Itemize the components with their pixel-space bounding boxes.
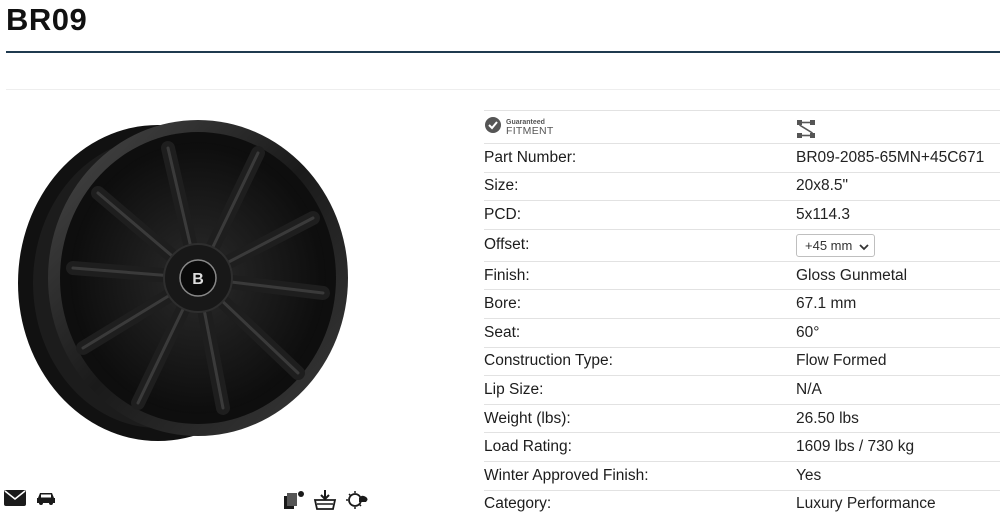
spec-label: Winter Approved Finish:	[484, 466, 649, 484]
product-image[interactable]: B	[8, 118, 364, 450]
fitment-big-label: FITMENT	[506, 125, 554, 137]
envelope-icon[interactable]	[4, 490, 26, 506]
spec-row-winter-approved: Winter Approved Finish: Yes	[484, 460, 1000, 490]
spec-label: Bore:	[484, 295, 522, 313]
spec-row-construction-type: Construction Type: Flow Formed	[484, 346, 1000, 376]
spec-label: Part Number:	[484, 148, 577, 166]
title-divider	[6, 51, 1000, 53]
compare-icon[interactable]	[283, 490, 305, 510]
spec-header-row: Guaranteed FITMENT	[484, 110, 1000, 143]
spec-value: 67.1 mm	[796, 295, 857, 313]
spec-row-seat: Seat: 60°	[484, 317, 1000, 347]
fitment-check-icon	[485, 116, 501, 138]
offset-select[interactable]: +45 mm	[796, 233, 875, 257]
guaranteed-fitment-badge: Guaranteed FITMENT	[485, 116, 554, 138]
spec-value: 1609 lbs / 730 kg	[796, 438, 915, 456]
install-icon[interactable]	[313, 490, 337, 510]
spec-label: Offset:	[484, 236, 530, 254]
spec-label: Category:	[484, 495, 552, 513]
spec-label: Construction Type:	[484, 352, 613, 370]
spec-label: Size:	[484, 177, 519, 195]
spec-value: Gloss Gunmetal	[796, 266, 908, 284]
spec-value: Yes	[796, 466, 822, 484]
spec-label: PCD:	[484, 205, 522, 223]
spec-row-size: Size: 20x8.5"	[484, 171, 1000, 201]
section-divider	[6, 89, 1000, 90]
spec-row-bore: Bore: 67.1 mm	[484, 289, 1000, 318]
spec-value: BR09-2085-65MN+45C671	[796, 148, 985, 166]
spec-label: Load Rating:	[484, 438, 572, 456]
svg-text:B: B	[192, 271, 204, 288]
spec-label: Weight (lbs):	[484, 409, 571, 427]
spec-row-finish: Finish: Gloss Gunmetal	[484, 260, 1000, 290]
spec-value: 20x8.5"	[796, 177, 849, 195]
wheel-image: B	[18, 120, 348, 441]
spec-label: Seat:	[484, 323, 521, 341]
spec-value: N/A	[796, 380, 822, 398]
offset-selected-value: +45 mm	[805, 237, 853, 253]
spec-value: Luxury Performance	[796, 495, 936, 513]
spec-row-category: Category: Luxury Performance	[484, 489, 1000, 519]
spec-row-lip-size: Lip Size: N/A	[484, 375, 1000, 404]
spec-value: 60°	[796, 323, 820, 341]
spec-value: 5x114.3	[796, 205, 851, 223]
chevron-down-icon	[859, 240, 869, 255]
spec-row-offset: Offset: +45 mm	[484, 228, 1000, 261]
spec-row-pcd: PCD: 5x114.3	[484, 200, 1000, 229]
spec-value: 26.50 lbs	[796, 409, 859, 427]
spec-row-weight: Weight (lbs): 26.50 lbs	[484, 403, 1000, 433]
page-title: BR09	[6, 2, 88, 37]
spec-value: Flow Formed	[796, 352, 887, 370]
car-icon[interactable]	[36, 491, 56, 505]
axle-icon	[796, 119, 816, 139]
spec-table: Guaranteed FITMENT Part Number: BR09-208…	[484, 110, 1000, 518]
spec-label: Finish:	[484, 266, 530, 284]
spec-row-part-number: Part Number: BR09-2085-65MN+45C671	[484, 143, 1000, 172]
spec-label: Lip Size:	[484, 380, 544, 398]
spec-row-load-rating: Load Rating: 1609 lbs / 730 kg	[484, 432, 1000, 461]
winter-weather-icon[interactable]	[345, 490, 369, 510]
